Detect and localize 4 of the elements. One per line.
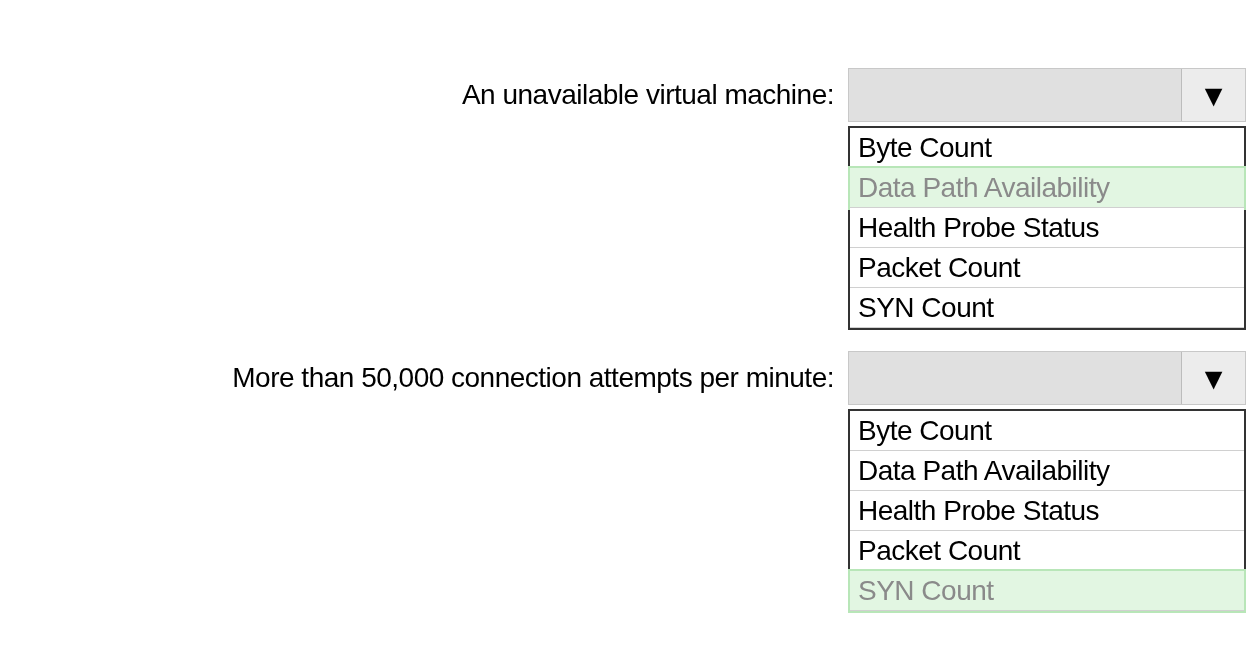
- dropdown-field[interactable]: ▼: [848, 351, 1246, 405]
- dropdown-field[interactable]: ▼: [848, 68, 1246, 122]
- question-label: More than 50,000 connection attempts per minute:: [232, 361, 834, 395]
- question-label: An unavailable virtual machine:: [461, 78, 834, 112]
